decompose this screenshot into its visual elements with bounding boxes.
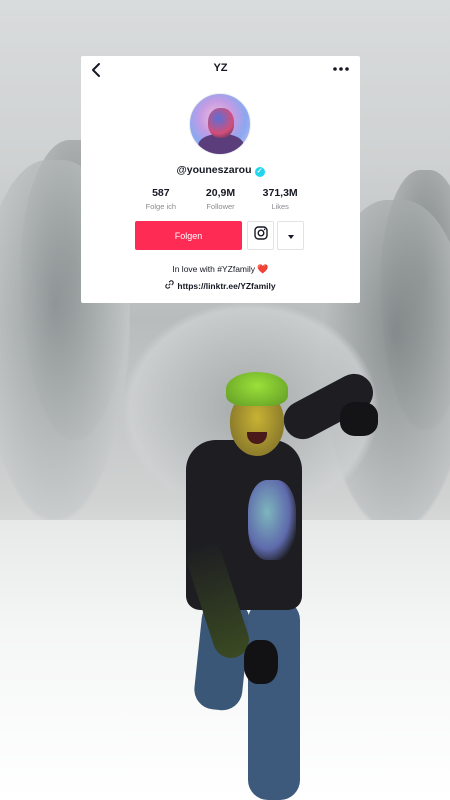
caret-down-icon: [287, 227, 295, 245]
more-options-dropdown[interactable]: [277, 221, 304, 250]
stat-followers[interactable]: 20,9M Follower: [191, 187, 251, 211]
link-url: https://linktr.ee/YZfamily: [177, 280, 276, 291]
instagram-icon: [253, 226, 268, 245]
bio-text: In love with #YZfamily ❤️: [81, 264, 360, 275]
bio-link[interactable]: https://linktr.ee/YZfamily: [81, 280, 360, 291]
stat-label: Folge ich: [145, 202, 177, 211]
stat-value: 20,9M: [205, 187, 236, 199]
avatar[interactable]: [189, 93, 251, 155]
action-buttons: Folgen: [135, 221, 304, 250]
stat-label: Follower: [206, 202, 235, 211]
stat-label: Likes: [271, 202, 289, 211]
username: @youneszarou: [176, 164, 252, 176]
bio-line: In love with #YZfamily: [172, 264, 256, 274]
more-dots-icon[interactable]: [332, 62, 350, 74]
verified-check-icon: ✓: [254, 167, 265, 177]
follow-button[interactable]: Folgen: [135, 221, 242, 250]
instagram-button[interactable]: [247, 221, 274, 250]
stat-value: 371,3M: [262, 187, 298, 199]
stat-likes: 371,3M Likes: [250, 187, 310, 211]
page-title: YZ: [213, 62, 228, 74]
link-icon: [165, 280, 175, 291]
stat-value: 587: [152, 187, 170, 199]
profile-card: YZ @youneszarou ✓ 587 Folge ich 20,9M Fol…: [81, 56, 360, 303]
heart-emoji: ❤️: [257, 264, 269, 274]
stat-following[interactable]: 587 Folge ich: [131, 187, 191, 211]
username-row: @youneszarou ✓: [81, 164, 360, 177]
stats-row: 587 Folge ich 20,9M Follower 371,3M Like…: [131, 187, 310, 211]
